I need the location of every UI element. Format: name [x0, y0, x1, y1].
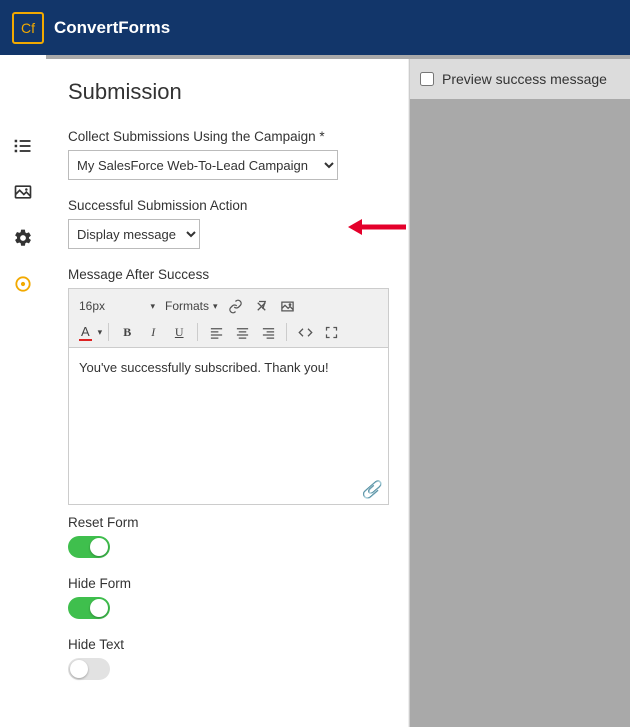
- resize-handle-icon[interactable]: 📎: [361, 479, 381, 500]
- underline-button[interactable]: U: [167, 321, 191, 343]
- sidebar-item-submission[interactable]: [12, 273, 34, 295]
- campaign-select[interactable]: My SalesForce Web-To-Lead Campaign: [68, 150, 338, 180]
- caret-down-icon: ▾: [98, 327, 103, 338]
- action-select[interactable]: Display message: [68, 219, 200, 249]
- reset-label: Reset Form: [68, 515, 389, 530]
- clear-format-icon: [254, 299, 269, 314]
- editor-text: You've successfully subscribed. Thank yo…: [79, 360, 329, 375]
- formats-label: Formats: [165, 299, 209, 313]
- image-button[interactable]: [276, 295, 300, 317]
- align-right-icon: [261, 325, 276, 340]
- hidetext-label: Hide Text: [68, 637, 389, 652]
- fullscreen-button[interactable]: [319, 321, 343, 343]
- code-button[interactable]: [293, 321, 317, 343]
- separator: [108, 323, 109, 341]
- fullscreen-icon: [324, 325, 339, 340]
- panel-title: Submission: [68, 79, 389, 105]
- link-icon: [228, 299, 243, 314]
- sidebar-item-settings[interactable]: [12, 227, 34, 249]
- image-icon: [13, 182, 33, 202]
- brand-logo: Cf: [12, 12, 44, 44]
- textcolor-icon: A: [79, 324, 92, 341]
- rich-text-editor: 16px ▾ Formats ▾: [68, 288, 389, 505]
- bold-button[interactable]: B: [115, 321, 139, 343]
- list-icon: [13, 136, 33, 156]
- separator: [286, 323, 287, 341]
- preview-checkbox[interactable]: [420, 72, 434, 86]
- preview-toolbar: Preview success message: [410, 59, 630, 99]
- code-icon: [298, 325, 313, 340]
- italic-button[interactable]: I: [141, 321, 165, 343]
- fontsize-dropdown[interactable]: 16px ▾: [75, 295, 159, 317]
- message-label: Message After Success: [68, 267, 389, 282]
- submission-panel: Submission Collect Submissions Using the…: [46, 59, 410, 727]
- align-left-icon: [209, 325, 224, 340]
- editor-content[interactable]: You've successfully subscribed. Thank yo…: [69, 348, 388, 504]
- textcolor-dropdown[interactable]: A ▾: [75, 321, 102, 343]
- sidebar-item-design[interactable]: [12, 181, 34, 203]
- target-icon: [13, 274, 33, 294]
- hidetext-toggle[interactable]: [68, 658, 110, 680]
- align-center-icon: [235, 325, 250, 340]
- left-sidebar: [0, 55, 46, 727]
- fontsize-value: 16px: [79, 299, 105, 313]
- separator: [197, 323, 198, 341]
- align-left-button[interactable]: [204, 321, 228, 343]
- sidebar-item-fields[interactable]: [12, 135, 34, 157]
- gear-icon: [13, 228, 33, 248]
- brand-name: ConvertForms: [54, 18, 170, 38]
- clear-format-button[interactable]: [250, 295, 274, 317]
- campaign-label: Collect Submissions Using the Campaign *: [68, 129, 389, 144]
- align-center-button[interactable]: [230, 321, 254, 343]
- hideform-toggle[interactable]: [68, 597, 110, 619]
- reset-toggle[interactable]: [68, 536, 110, 558]
- top-bar: Cf ConvertForms: [0, 0, 630, 55]
- caret-down-icon: ▾: [213, 301, 218, 312]
- align-right-button[interactable]: [256, 321, 280, 343]
- caret-down-icon: ▾: [150, 301, 155, 312]
- link-button[interactable]: [224, 295, 248, 317]
- formats-dropdown[interactable]: Formats ▾: [161, 295, 222, 317]
- preview-label: Preview success message: [442, 71, 607, 87]
- editor-toolbar: 16px ▾ Formats ▾: [69, 289, 388, 348]
- hideform-label: Hide Form: [68, 576, 389, 591]
- image-icon: [280, 299, 295, 314]
- action-label: Successful Submission Action: [68, 198, 389, 213]
- brand-logo-text: Cf: [21, 20, 35, 36]
